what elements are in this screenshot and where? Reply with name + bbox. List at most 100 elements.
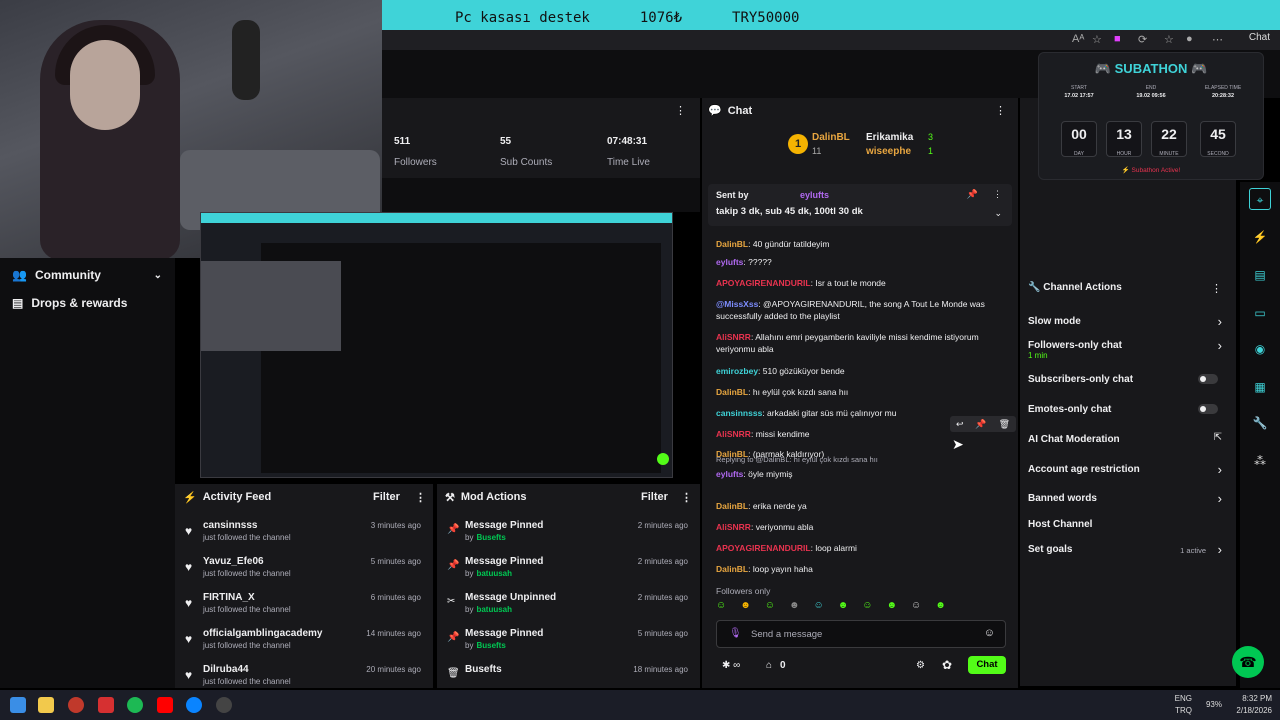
emote-icon[interactable]: ☻: [838, 600, 849, 614]
chat-username[interactable]: DalinBL: [716, 501, 748, 511]
chevron-right-icon[interactable]: ›: [1218, 462, 1222, 477]
channel-action-1[interactable]: Followers-only chat 1 min: [1028, 340, 1228, 360]
chat-input[interactable]: 🎙 Send a message ☺: [716, 620, 1006, 648]
pinned-user[interactable]: eylufts: [800, 190, 829, 200]
more-tools-icon[interactable]: ⁂: [1249, 450, 1271, 472]
mod-action-row[interactable]: 📌 Message Pinned by batuusah 2 minutes ago: [437, 552, 700, 588]
chat-username[interactable]: eylufts: [716, 257, 743, 267]
opera-icon[interactable]: [68, 697, 84, 713]
chat-message[interactable]: AliSNRR: veriyonmu abla: [716, 521, 1010, 533]
file-explorer-icon[interactable]: [38, 697, 54, 713]
chat-message[interactable]: APOYAGIRENANDURIL: loop alarmi: [716, 542, 1010, 554]
leader-first-name[interactable]: DalinBL: [812, 132, 850, 143]
channel-action-0[interactable]: Slow mode: [1028, 316, 1228, 327]
emote-icon[interactable]: ☺: [911, 600, 921, 614]
mod-user[interactable]: batuusah: [476, 605, 512, 614]
pin-icon[interactable]: 📌: [967, 189, 978, 200]
emote-icon[interactable]: ☺: [862, 600, 872, 614]
chevron-right-icon[interactable]: ›: [1218, 314, 1222, 329]
mod-user[interactable]: batuusah: [476, 569, 512, 578]
activity-user[interactable]: officialgamblingacademy: [203, 628, 322, 639]
mod-action-row[interactable]: 📌 Message Pinned by Busefts 5 minutes ago: [437, 624, 700, 660]
chat-username[interactable]: DalinBL: [716, 239, 748, 249]
settings-icon[interactable]: ⚙: [916, 660, 925, 671]
chat-username[interactable]: @MissXss: [716, 299, 758, 309]
chat-message[interactable]: eylufts: öyle miymiş: [716, 468, 1010, 480]
system-tray[interactable]: ENG TRQ 93% 8:32 PM 2/18/2026: [1175, 693, 1272, 717]
chat-username[interactable]: DalinBL: [716, 564, 748, 574]
more-options-icon[interactable]: ⋮: [1211, 282, 1222, 295]
chat-message[interactable]: @MissXss: @APOYAGIRENANDURIL, the song A…: [716, 298, 1010, 322]
profile-icon[interactable]: ●: [1186, 33, 1193, 45]
chat-message[interactable]: DalinBL: loop yayın haha: [716, 563, 1010, 575]
trash-icon[interactable]: 🗑: [999, 419, 1010, 430]
mod-action-row[interactable]: ✂ Message Unpinned by batuusah 2 minutes ago: [437, 588, 700, 624]
activity-user[interactable]: cansinnsss: [203, 520, 257, 531]
sidebar-item-community[interactable]: 👥 Community ⌄: [12, 268, 162, 282]
chat-icon[interactable]: ▭: [1249, 302, 1271, 324]
chat-message[interactable]: DalinBL: 40 gündür tatildeyim: [716, 238, 1010, 250]
chat-username[interactable]: DalinBL: [716, 387, 748, 397]
language-indicator[interactable]: ENG TRQ: [1152, 693, 1192, 717]
emote-icon[interactable]: ☻: [886, 600, 897, 614]
chat-username[interactable]: APOYAGIRENANDURIL: [716, 278, 811, 288]
toggle-switch[interactable]: [1198, 404, 1218, 414]
emote-icon[interactable]: ☻: [740, 600, 751, 614]
channel-action-7[interactable]: Host Channel: [1028, 519, 1228, 530]
broadcast-icon[interactable]: ◉: [1249, 338, 1271, 360]
stream-preview[interactable]: [200, 212, 673, 478]
emote-picker-icon[interactable]: ✿: [942, 658, 952, 672]
activity-row[interactable]: ♥ Yavuz_Efe06 just followed the channel 5 m…: [175, 552, 433, 588]
pinned-message[interactable]: Sent by eylufts takip 3 dk, sub 45 dk, 1…: [708, 184, 1012, 226]
emote-icon[interactable]: ☺: [814, 600, 824, 614]
emote-icon[interactable]: ☺: [716, 600, 726, 614]
chat-send-button[interactable]: Chat: [968, 656, 1006, 674]
favorites-icon[interactable]: ☆: [1164, 33, 1174, 46]
copilot-chat-button[interactable]: Chat: [1249, 32, 1270, 43]
mod-filter-button[interactable]: Filter: [641, 491, 668, 503]
windows-start-icon[interactable]: [10, 697, 26, 713]
chevron-right-icon[interactable]: ›: [1218, 542, 1222, 557]
chat-message[interactable]: APOYAGIRENANDURIL: Isr a tout le monde: [716, 277, 1010, 289]
channel-action-6[interactable]: Banned words: [1028, 493, 1228, 504]
activity-user[interactable]: Yavuz_Efe06: [203, 556, 264, 567]
leader-third-name[interactable]: wiseephe: [866, 146, 911, 157]
infinity-icon[interactable]: ✱ ∞: [722, 660, 740, 671]
chat-message[interactable]: eylufts: ?????: [716, 256, 1010, 268]
leader-second-name[interactable]: Erikamika: [866, 132, 913, 143]
channel-action-4[interactable]: AI Chat Moderation: [1028, 434, 1228, 445]
chat-message[interactable]: DalinBL: hı eylül çok kızdı sana hıı: [716, 386, 1010, 398]
emote-icon[interactable]: ☻: [789, 600, 800, 614]
sidebar-item-drops[interactable]: ▤ Drops & rewards: [12, 296, 127, 310]
chevron-right-icon[interactable]: ›: [1218, 338, 1222, 353]
reply-icon[interactable]: ↩: [956, 419, 964, 430]
more-options-icon[interactable]: ⋮: [995, 104, 1006, 117]
activity-user[interactable]: FIRTINA_X: [203, 592, 255, 603]
app-icon[interactable]: [98, 697, 114, 713]
spotify-icon[interactable]: [127, 697, 143, 713]
chat-message[interactable]: emirozbey: 510 gözüküyor bende: [716, 365, 1010, 377]
chat-username[interactable]: APOYAGIRENANDURIL: [716, 543, 811, 553]
mod-user[interactable]: Busefts: [476, 533, 505, 542]
chat-username[interactable]: cansinnsss: [716, 408, 762, 418]
more-icon[interactable]: ⋯: [1212, 33, 1223, 46]
activity-row[interactable]: ♥ cansinnsss just followed the channel 3 mi…: [175, 516, 433, 552]
chevron-down-icon[interactable]: ⌄: [154, 270, 162, 281]
moderation-icon[interactable]: ⌖: [1249, 188, 1271, 210]
mod-user[interactable]: Busefts: [476, 641, 505, 650]
obs-icon[interactable]: [216, 697, 232, 713]
microphone-icon[interactable]: 🎙: [729, 628, 742, 639]
edge-icon[interactable]: [186, 697, 202, 713]
mod-action-row[interactable]: 📌 Message Pinned by Busefts 2 minutes ago: [437, 516, 700, 552]
emoji-icon[interactable]: ☺: [984, 627, 995, 639]
wrench-icon[interactable]: 🔧: [1249, 412, 1271, 434]
extension-icon[interactable]: ■: [1114, 33, 1121, 45]
emote-icon[interactable]: ☺: [765, 600, 775, 614]
pin-icon[interactable]: 📌: [975, 419, 986, 430]
lightning-icon[interactable]: ⚡: [1249, 226, 1271, 248]
activity-row[interactable]: ♥ FIRTINA_X just followed the channel 6 min…: [175, 588, 433, 624]
battery-indicator[interactable]: 93%: [1192, 699, 1222, 711]
chat-message[interactable]: DalinBL: erika nerde ya: [716, 500, 1010, 512]
more-options-icon[interactable]: ⋮: [675, 104, 686, 117]
emote-icon[interactable]: ☻: [935, 600, 946, 614]
